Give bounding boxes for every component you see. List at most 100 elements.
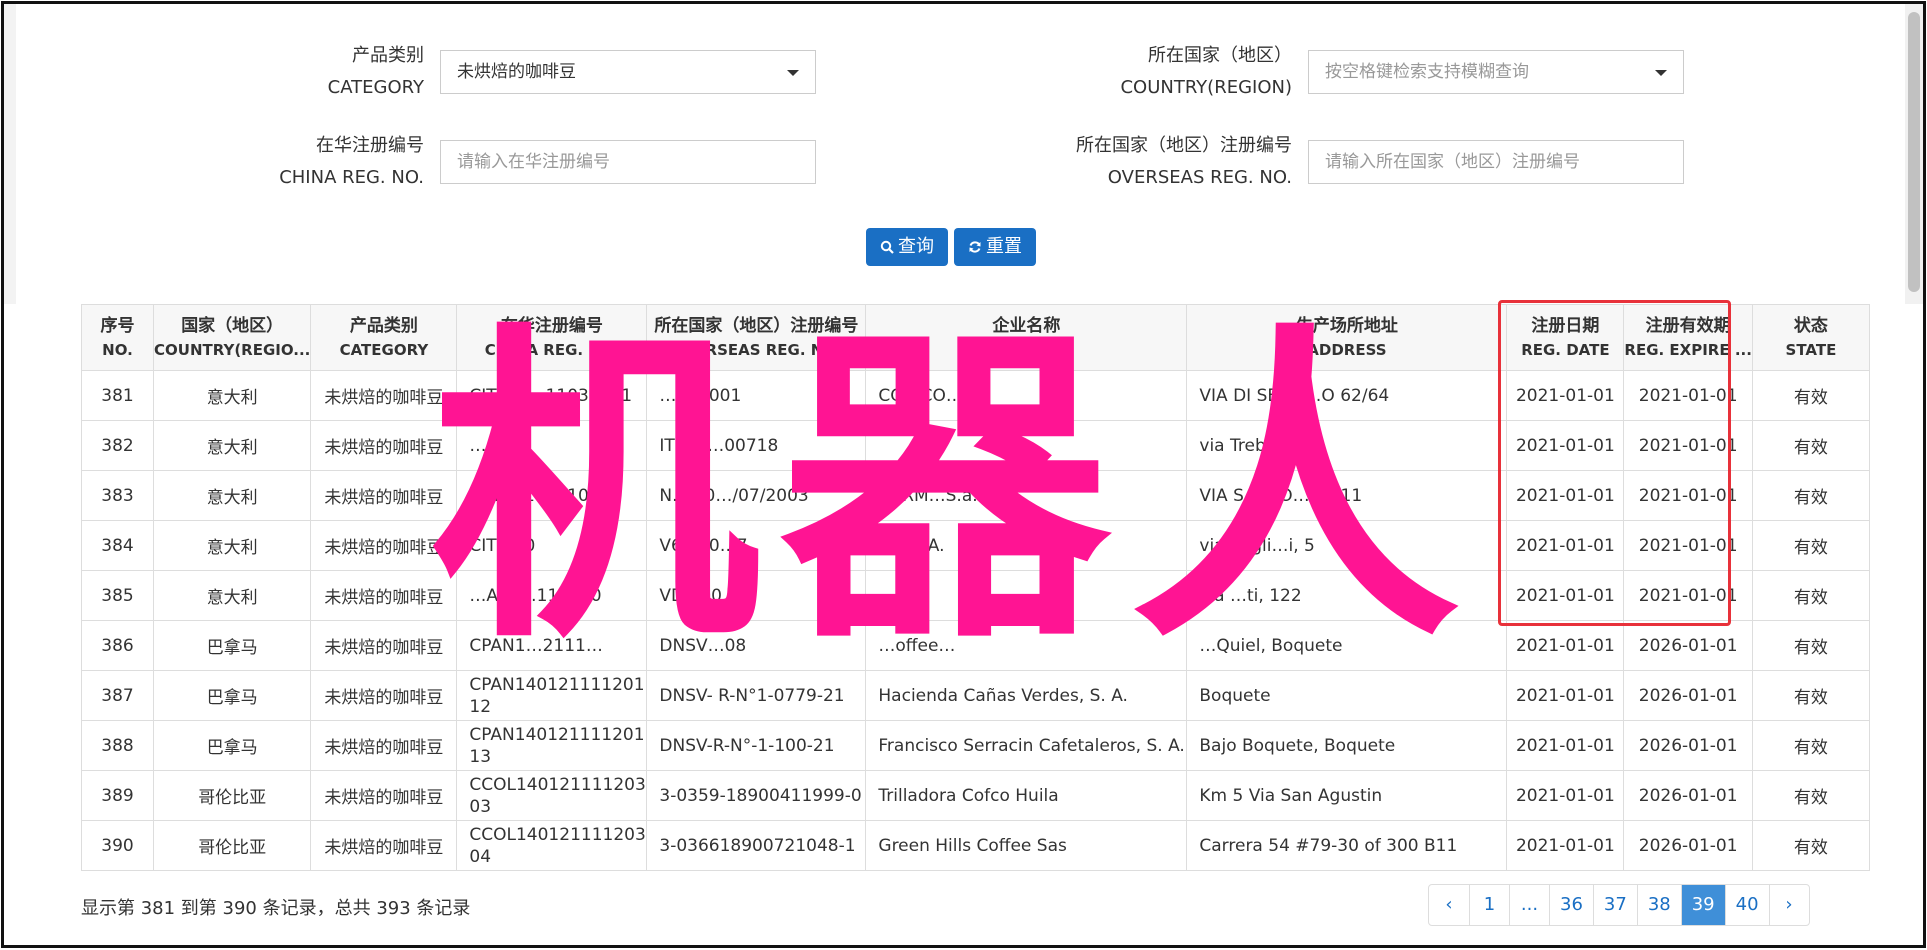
table-row: 384 意大利 未烘焙的咖啡豆 CIT…00 V69.00…7 …S.p.A. via de… bbox=[81, 520, 1870, 571]
cell-china-reg: CCOL14012111120304 bbox=[456, 820, 648, 871]
cell-reg-date: 2021-01-01 bbox=[1506, 470, 1625, 521]
cell-country: 意大利 bbox=[152, 470, 312, 521]
cell-state: 有效 bbox=[1751, 720, 1870, 771]
cell-overseas-reg: VD6.00…7 bbox=[646, 570, 867, 621]
page-button-36[interactable]: 36 bbox=[1549, 885, 1593, 925]
overseas-reg-label: 所在国家（地区）注册编号 OVERSEAS REG. NO. bbox=[1076, 135, 1292, 188]
country-select[interactable]: 按空格键检索支持模糊查询 bbox=[1308, 50, 1684, 94]
cell-category: 未烘焙的咖啡豆 bbox=[310, 670, 458, 721]
cell-china-reg: CPAN1…2111… bbox=[456, 620, 648, 671]
cell-reg-date: 2021-01-01 bbox=[1506, 520, 1625, 571]
cell-name: CO…CO… bbox=[865, 370, 1188, 421]
cell-overseas-reg: N. 760…/07/2003 bbox=[646, 470, 867, 521]
table-row: 383 意大利 未烘焙的咖啡豆 CITA…11031001 N. 760…/07/200… bbox=[81, 470, 1870, 521]
page-button-37[interactable]: 37 bbox=[1592, 885, 1637, 925]
cell-address: via degli…i, 5 bbox=[1186, 520, 1508, 571]
search-button[interactable]: 查询 bbox=[866, 228, 948, 266]
page-button-39[interactable]: 39 bbox=[1680, 885, 1725, 925]
cell-no: 384 bbox=[81, 520, 154, 571]
chevron-down-icon bbox=[1655, 70, 1667, 76]
cell-china-reg: CPAN14012111120112 bbox=[456, 670, 648, 721]
header-label-en: NO. bbox=[102, 340, 133, 359]
cell-address: via …ti, 122 bbox=[1186, 570, 1508, 621]
cell-category: 未烘焙的咖啡豆 bbox=[310, 770, 458, 821]
cell-category: 未烘焙的咖啡豆 bbox=[310, 820, 458, 871]
page-button-40[interactable]: 40 bbox=[1724, 885, 1769, 925]
cell-state: 有效 bbox=[1751, 570, 1870, 621]
cell-category: 未烘焙的咖啡豆 bbox=[310, 720, 458, 771]
cell-overseas-reg: IT205…00718 bbox=[646, 420, 867, 471]
cell-overseas-reg: V69.00…7 bbox=[646, 520, 867, 571]
cell-china-reg: …001 bbox=[456, 420, 648, 471]
header-label-cn: 序号 bbox=[100, 315, 135, 336]
cell-state: 有效 bbox=[1751, 770, 1870, 821]
page-button-38[interactable]: 38 bbox=[1636, 885, 1681, 925]
cell-no: 385 bbox=[81, 570, 154, 621]
cell-reg-expire: 2021-01-01 bbox=[1623, 370, 1753, 421]
cell-china-reg: CPAN14012111120113 bbox=[456, 720, 648, 771]
chevron-down-icon bbox=[787, 70, 799, 76]
header-no: 序号 NO. bbox=[81, 304, 154, 371]
overseas-reg-placeholder: 请输入所在国家（地区）注册编号 bbox=[1325, 152, 1580, 172]
search-button-label: 查询 bbox=[898, 236, 934, 257]
cell-category: 未烘焙的咖啡豆 bbox=[310, 370, 458, 421]
header-label-cn: 注册有效期 bbox=[1645, 315, 1731, 336]
cell-category: 未烘焙的咖啡豆 bbox=[310, 620, 458, 671]
table-row: 382 意大利 未烘焙的咖啡豆 …001 IT205…00718 via Trebbia … bbox=[81, 420, 1870, 471]
header-label-en: ADDRESS bbox=[1307, 340, 1387, 359]
cell-country: 意大利 bbox=[152, 520, 312, 571]
table-row: 386 巴拿马 未烘焙的咖啡豆 CPAN1…2111… DNSV…08 …offee… …Q… bbox=[81, 620, 1870, 671]
header-address: 生产场所地址 ADDRESS bbox=[1186, 304, 1508, 371]
cell-reg-date: 2021-01-01 bbox=[1506, 570, 1625, 621]
cell-state: 有效 bbox=[1751, 470, 1870, 521]
cell-name: TORM…S.a.a bbox=[865, 470, 1188, 521]
cell-reg-date: 2021-01-01 bbox=[1506, 820, 1625, 871]
overseas-reg-input[interactable]: 请输入所在国家（地区）注册编号 bbox=[1308, 140, 1684, 184]
cell-country: 哥伦比亚 bbox=[152, 770, 312, 821]
category-select[interactable]: 未烘焙的咖啡豆 bbox=[440, 50, 816, 94]
prev-page-button[interactable]: ‹ bbox=[1429, 885, 1469, 925]
china-reg-filter: 在华注册编号 CHINA REG. NO. 请输入在华注册编号 bbox=[140, 130, 816, 194]
page-button-1[interactable]: 1 bbox=[1469, 885, 1509, 925]
category-filter: 产品类别 CATEGORY 未烘焙的咖啡豆 bbox=[140, 40, 816, 104]
cell-state: 有效 bbox=[1751, 820, 1870, 871]
cell-no: 382 bbox=[81, 420, 154, 471]
cell-china-reg: CIT…00 bbox=[456, 520, 648, 571]
cell-country: 意大利 bbox=[152, 420, 312, 471]
cell-state: 有效 bbox=[1751, 420, 1870, 471]
cell-no: 390 bbox=[81, 820, 154, 871]
next-page-button[interactable]: › bbox=[1768, 885, 1809, 925]
cell-country: 意大利 bbox=[152, 570, 312, 621]
header-category: 产品类别 CATEGORY bbox=[310, 304, 458, 371]
cell-china-reg: CITA…11031001 bbox=[456, 470, 648, 521]
cell-address: Carrera 54 #79-30 of 300 B11 bbox=[1186, 820, 1508, 871]
header-reg-date: 注册日期 REG. DATE bbox=[1506, 304, 1625, 371]
header-label-en: COUNTRY(REGIO... bbox=[154, 340, 311, 359]
header-country: 国家（地区） COUNTRY(REGIO... bbox=[152, 304, 312, 371]
scrollbar-thumb[interactable] bbox=[1908, 12, 1920, 292]
table-row: 385 意大利 未烘焙的咖啡豆 …A14…110310 VD6.00…7 …A. via …… bbox=[81, 570, 1870, 621]
table-row: 389 哥伦比亚 未烘焙的咖啡豆 CCOL14012111120303 3-0359-1… bbox=[81, 770, 1870, 821]
header-name: 企业名称 NAME bbox=[865, 304, 1188, 371]
overseas-reg-filter: 所在国家（地区）注册编号 OVERSEAS REG. NO. 请输入所在国家（地… bbox=[1008, 130, 1684, 194]
cell-country: 巴拿马 bbox=[152, 670, 312, 721]
reset-button[interactable]: 重置 bbox=[954, 228, 1036, 266]
cell-name: …S.p.A. bbox=[865, 520, 1188, 571]
cell-category: 未烘焙的咖啡豆 bbox=[310, 420, 458, 471]
cell-country: 巴拿马 bbox=[152, 620, 312, 671]
china-reg-input[interactable]: 请输入在华注册编号 bbox=[440, 140, 816, 184]
cell-overseas-reg: 3-036618900721048-1 bbox=[646, 820, 867, 871]
record-summary: 显示第 381 到第 390 条记录，总共 393 条记录 bbox=[81, 898, 471, 919]
cell-address: Boquete bbox=[1186, 670, 1508, 721]
country-label: 所在国家（地区） COUNTRY(REGION) bbox=[1120, 45, 1292, 98]
cell-category: 未烘焙的咖啡豆 bbox=[310, 470, 458, 521]
cell-overseas-reg: 3-0359-18900411999-0 bbox=[646, 770, 867, 821]
header-reg-expire: 注册有效期 REG. EXPIRE ... bbox=[1623, 304, 1753, 371]
vertical-scrollbar[interactable] bbox=[1905, 4, 1923, 304]
cell-reg-date: 2021-01-01 bbox=[1506, 670, 1625, 721]
header-label-cn: 在华注册编号 bbox=[500, 315, 603, 336]
cell-no: 388 bbox=[81, 720, 154, 771]
cell-reg-expire: 2026-01-01 bbox=[1623, 620, 1753, 671]
cell-no: 389 bbox=[81, 770, 154, 821]
header-label-cn: 所在国家（地区）注册编号 bbox=[654, 315, 859, 336]
